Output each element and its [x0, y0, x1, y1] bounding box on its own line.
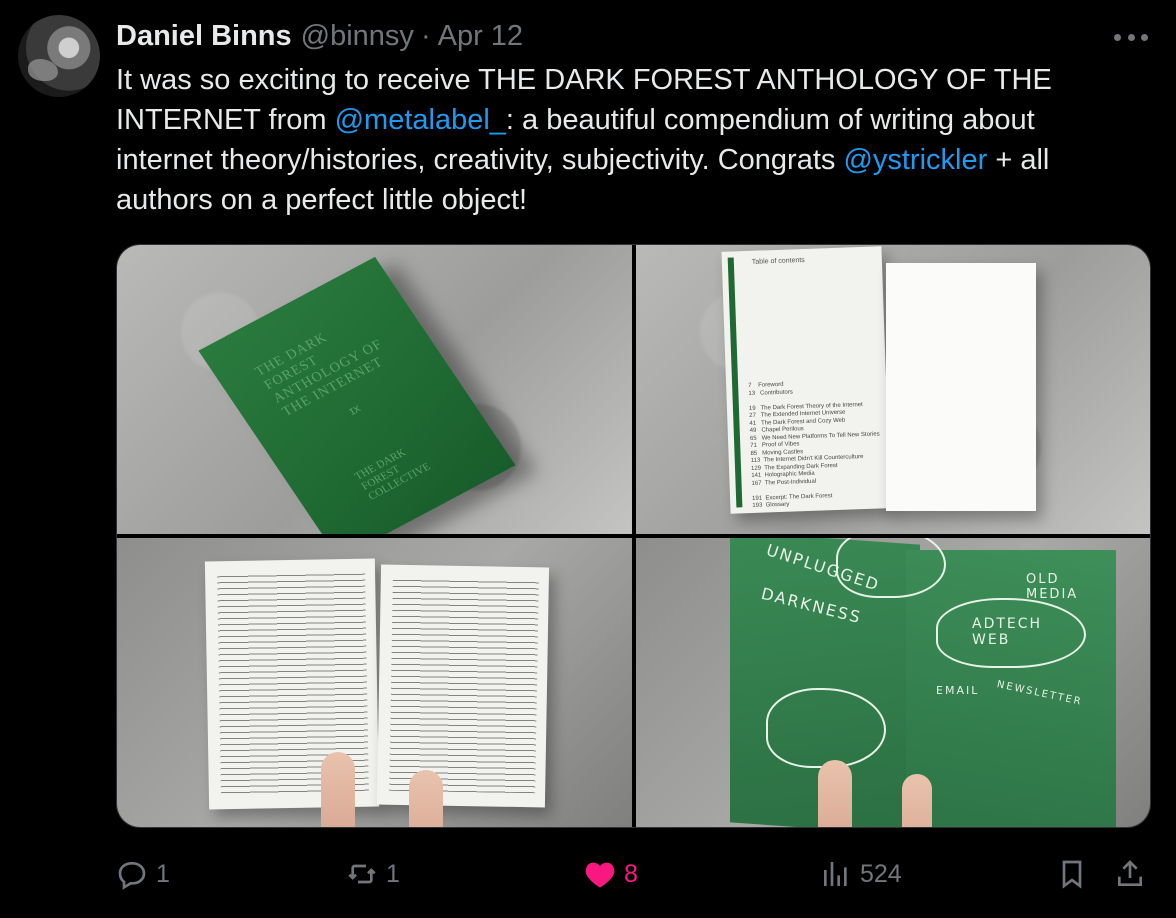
repost-button[interactable]: 1	[346, 852, 400, 896]
tweet-text-line-1: It was so exciting to receive THE DARK F…	[116, 64, 1052, 96]
action-bar: 1 1 8 524	[0, 852, 1176, 896]
map-label: OLD MEDIA	[1026, 572, 1079, 602]
repost-icon	[348, 864, 376, 884]
text-segment: + all	[987, 144, 1050, 176]
media-grid: THE DARK FOREST ANTHOLOGY OF THE INTERNE…	[116, 244, 1151, 828]
photo-map-illustration[interactable]: UNPLUGGED DARKNESS OLD MEDIA ADTECH WEB …	[636, 538, 1150, 827]
author-handle[interactable]: @binnsy	[301, 20, 414, 53]
reply-icon	[118, 862, 146, 890]
more-icon[interactable]	[1114, 34, 1148, 42]
reply-button[interactable]: 1	[116, 852, 170, 896]
text-lines	[389, 576, 539, 794]
view-count: 524	[860, 859, 902, 888]
like-count: 8	[624, 859, 638, 888]
mention-metalabel[interactable]: @metalabel_	[335, 104, 506, 136]
finger	[818, 760, 852, 827]
like-icon	[585, 862, 615, 888]
finger	[321, 752, 355, 827]
tweet-text: It was so exciting to receive THE DARK F…	[116, 60, 1156, 220]
reply-count: 1	[156, 859, 170, 888]
separator: ·	[420, 19, 431, 52]
bookmark-button[interactable]	[1056, 852, 1088, 896]
book-cover-mark: ɪx	[346, 401, 363, 418]
toc-left-page: Table of contents 7 Foreword 13 Contribu…	[721, 246, 891, 514]
photo-book-cover[interactable]: THE DARK FOREST ANTHOLOGY OF THE INTERNE…	[117, 245, 632, 534]
share-button[interactable]	[1114, 852, 1146, 896]
tweet-date[interactable]: Apr 12	[438, 20, 523, 53]
repost-count: 1	[386, 859, 400, 888]
book-cover: THE DARK FOREST ANTHOLOGY OF THE INTERNE…	[198, 256, 516, 534]
photo-table-of-contents[interactable]: Table of contents 7 Foreword 13 Contribu…	[636, 245, 1150, 534]
tweet-text-line-4: authors on a perfect little object!	[116, 184, 528, 216]
photo-open-book-text[interactable]	[117, 538, 632, 827]
mention-ystrickler[interactable]: @ystrickler	[843, 144, 987, 176]
finger	[409, 770, 443, 827]
text-right-page	[376, 564, 550, 808]
book-cover-title: THE DARK FOREST ANTHOLOGY OF THE INTERNE…	[252, 330, 387, 420]
text-segment: internet theory/histories, creativity, s…	[116, 144, 844, 176]
text-segment: INTERNET from	[116, 104, 335, 136]
toc-heading: Table of contents	[751, 256, 805, 266]
share-icon	[1118, 860, 1142, 886]
tweet-header: Daniel Binns @binnsy · Apr 12	[116, 16, 523, 56]
views-icon	[824, 862, 847, 886]
toc-right-page	[886, 263, 1036, 511]
tweet-text-line-2: INTERNET from @metalabel_: a beautiful c…	[116, 100, 1156, 140]
finger	[902, 774, 932, 827]
book-spine	[727, 257, 743, 508]
toc-rows: 7 Foreword 13 Contributors 19 The Dark F…	[748, 381, 880, 509]
avatar[interactable]	[18, 15, 100, 97]
book-cover-publisher: THE DARK FOREST COLLECTIVE	[352, 446, 433, 503]
map-label: EMAIL	[936, 684, 980, 697]
bookmark-icon	[1062, 860, 1082, 889]
like-button[interactable]: 8	[584, 852, 638, 896]
map-label: ADTECH WEB	[972, 616, 1043, 648]
views-button[interactable]: 524	[820, 852, 902, 896]
map-region	[766, 688, 886, 768]
tweet-text-line-3: internet theory/histories, creativity, s…	[116, 140, 1156, 180]
text-segment: : a beautiful compendium of writing abou…	[505, 104, 1035, 136]
author-name[interactable]: Daniel Binns	[116, 20, 292, 53]
